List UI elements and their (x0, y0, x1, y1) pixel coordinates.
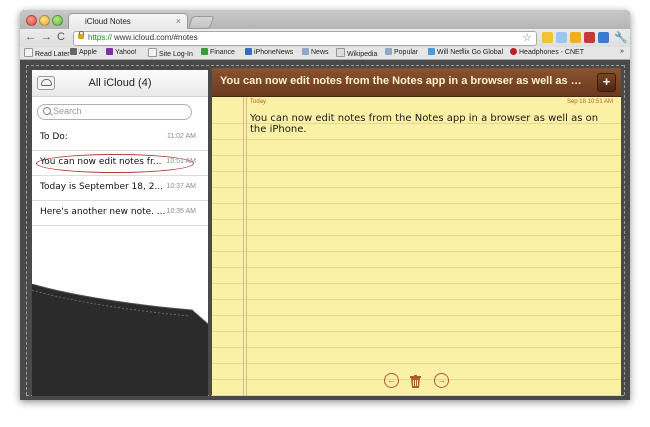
url-scheme: https:// (88, 33, 113, 42)
url-text: www.icloud.com/#notes (114, 33, 198, 42)
bookmark-news[interactable]: News (302, 48, 329, 56)
yahoo-icon (106, 48, 113, 55)
bookmarks-bar: Read Later Apple Yahoo! Site Log-In Fina… (20, 47, 630, 60)
left-arrow-icon[interactable]: ← (384, 373, 399, 388)
note-list-item[interactable]: Here's another new note. ... 10:35 AM (32, 201, 208, 226)
extension-icon-1[interactable] (542, 32, 553, 43)
bookmarks-overflow[interactable]: » (620, 48, 624, 55)
tab-title: iCloud Notes (85, 17, 131, 26)
extension-icon-4[interactable] (584, 32, 595, 43)
note-date: Sep 18 10:51 AM (566, 99, 613, 105)
search-placeholder: Search (53, 106, 82, 116)
note-pad: You can now edit notes from the Notes ap… (212, 68, 621, 396)
tab-icloud-notes[interactable]: iCloud Notes × (68, 13, 188, 30)
note-title: To Do: (40, 132, 68, 142)
note-date-label: Today (250, 99, 267, 105)
tab-close-icon[interactable]: × (176, 16, 181, 26)
note-header: You can now edit notes from the Notes ap… (212, 68, 621, 97)
window-maximize-button[interactable] (52, 15, 63, 26)
lock-icon (78, 31, 84, 39)
notes-list-header: All iCloud (4) (32, 70, 208, 97)
bookmark-iphonenews[interactable]: iPhoneNews (245, 48, 293, 56)
notes-list-title: All iCloud (4) (88, 77, 152, 89)
bookmark-label: Headphones - CNET (519, 49, 584, 56)
window-minimize-button[interactable] (39, 15, 50, 26)
bookmark-label: Site Log-In (159, 51, 193, 58)
extension-icon-3[interactable] (570, 32, 581, 43)
tab-strip: iCloud Notes × (20, 10, 630, 30)
bookmark-finance[interactable]: Finance (201, 48, 235, 56)
bookmark-label: News (311, 49, 329, 56)
note-time: 10:35 AM (166, 208, 196, 215)
note-title: You can now edit notes fr... (40, 157, 162, 167)
note-time: 10:37 AM (166, 183, 196, 190)
bookmark-wikipedia[interactable]: Wikipedia (336, 48, 377, 58)
bookmark-label: Read Later (35, 51, 70, 58)
bookmark-label: iPhoneNews (254, 49, 294, 56)
note-list-item[interactable]: To Do: 11:02 AM (32, 126, 208, 151)
bookmark-site-log-in[interactable]: Site Log-In (148, 48, 193, 58)
page-icon (24, 48, 33, 57)
reload-icon[interactable]: C (57, 31, 65, 43)
search-input[interactable]: Search (37, 104, 192, 120)
bookmark-label: Popular (394, 49, 419, 56)
bookmark-netflix[interactable]: Will Netflix Go Global (428, 48, 503, 56)
cnet-icon (510, 48, 517, 55)
apple-icon (70, 48, 77, 55)
stitch-border (26, 65, 624, 66)
bookmark-label: Apple (79, 49, 97, 56)
trash-icon[interactable] (410, 375, 421, 388)
forward-arrow-icon[interactable]: → (41, 31, 52, 43)
grid-icon (428, 48, 435, 55)
bookmark-apple[interactable]: Apple (70, 48, 97, 56)
note-time: 10:51 AM (166, 158, 196, 165)
note-body[interactable]: You can now edit notes from the Notes ap… (250, 113, 615, 135)
phone-icon (245, 48, 252, 55)
window-close-button[interactable] (26, 15, 37, 26)
margin-line (246, 96, 247, 396)
note-list-item[interactable]: Today is September 18, 2... 10:37 AM (32, 176, 208, 201)
bookmark-yahoo[interactable]: Yahoo! (106, 48, 137, 56)
bookmark-star-icon[interactable]: ☆ (522, 31, 532, 44)
bookmark-headphones[interactable]: Headphones - CNET (510, 48, 584, 56)
address-bar[interactable]: https:// www.icloud.com/#notes ☆ (73, 31, 537, 46)
folder-icon (302, 48, 309, 55)
bookmark-read-later[interactable]: Read Later (24, 48, 70, 58)
note-title: Today is September 18, 2... (40, 182, 164, 192)
notes-list-panel: All iCloud (4) Search To Do: 11:02 AM Yo… (32, 70, 208, 396)
browser-toolbar: ← → C https:// www.icloud.com/#notes ☆ 🔧 (20, 29, 630, 47)
search-icon (43, 107, 51, 115)
back-arrow-icon[interactable]: ← (25, 31, 36, 43)
note-time: 11:02 AM (166, 133, 196, 140)
wrench-icon[interactable]: 🔧 (614, 31, 628, 44)
note-header-title: You can now edit notes from the Notes ap… (220, 75, 588, 87)
note-list-item-selected[interactable]: You can now edit notes fr... 10:51 AM (32, 151, 208, 176)
chart-icon (201, 48, 208, 55)
new-tab-button[interactable] (187, 16, 215, 29)
page-icon (148, 48, 157, 57)
extension-icon-2[interactable] (556, 32, 567, 43)
bookmark-label: Finance (210, 49, 235, 56)
add-note-button[interactable]: + (597, 73, 616, 92)
bookmark-popular[interactable]: Popular (385, 48, 418, 56)
bookmark-label: Will Netflix Go Global (437, 49, 504, 56)
bookmark-label: Wikipedia (347, 51, 378, 58)
leather-pocket-decoration (32, 284, 208, 396)
ruled-lines (212, 108, 621, 396)
folder-icon (385, 48, 392, 55)
margin-line (243, 96, 244, 396)
stitch-border (624, 65, 625, 395)
wikipedia-icon (336, 48, 345, 57)
notes-page: All iCloud (4) Search To Do: 11:02 AM Yo… (20, 60, 630, 400)
right-arrow-icon[interactable]: → (434, 373, 449, 388)
bookmark-label: Yahoo! (115, 49, 137, 56)
stitch-border (26, 65, 27, 395)
note-title: Here's another new note. ... (40, 207, 166, 217)
browser-window: iCloud Notes × ← → C https:// www.icloud… (20, 10, 630, 400)
extension-icon-5[interactable] (598, 32, 609, 43)
